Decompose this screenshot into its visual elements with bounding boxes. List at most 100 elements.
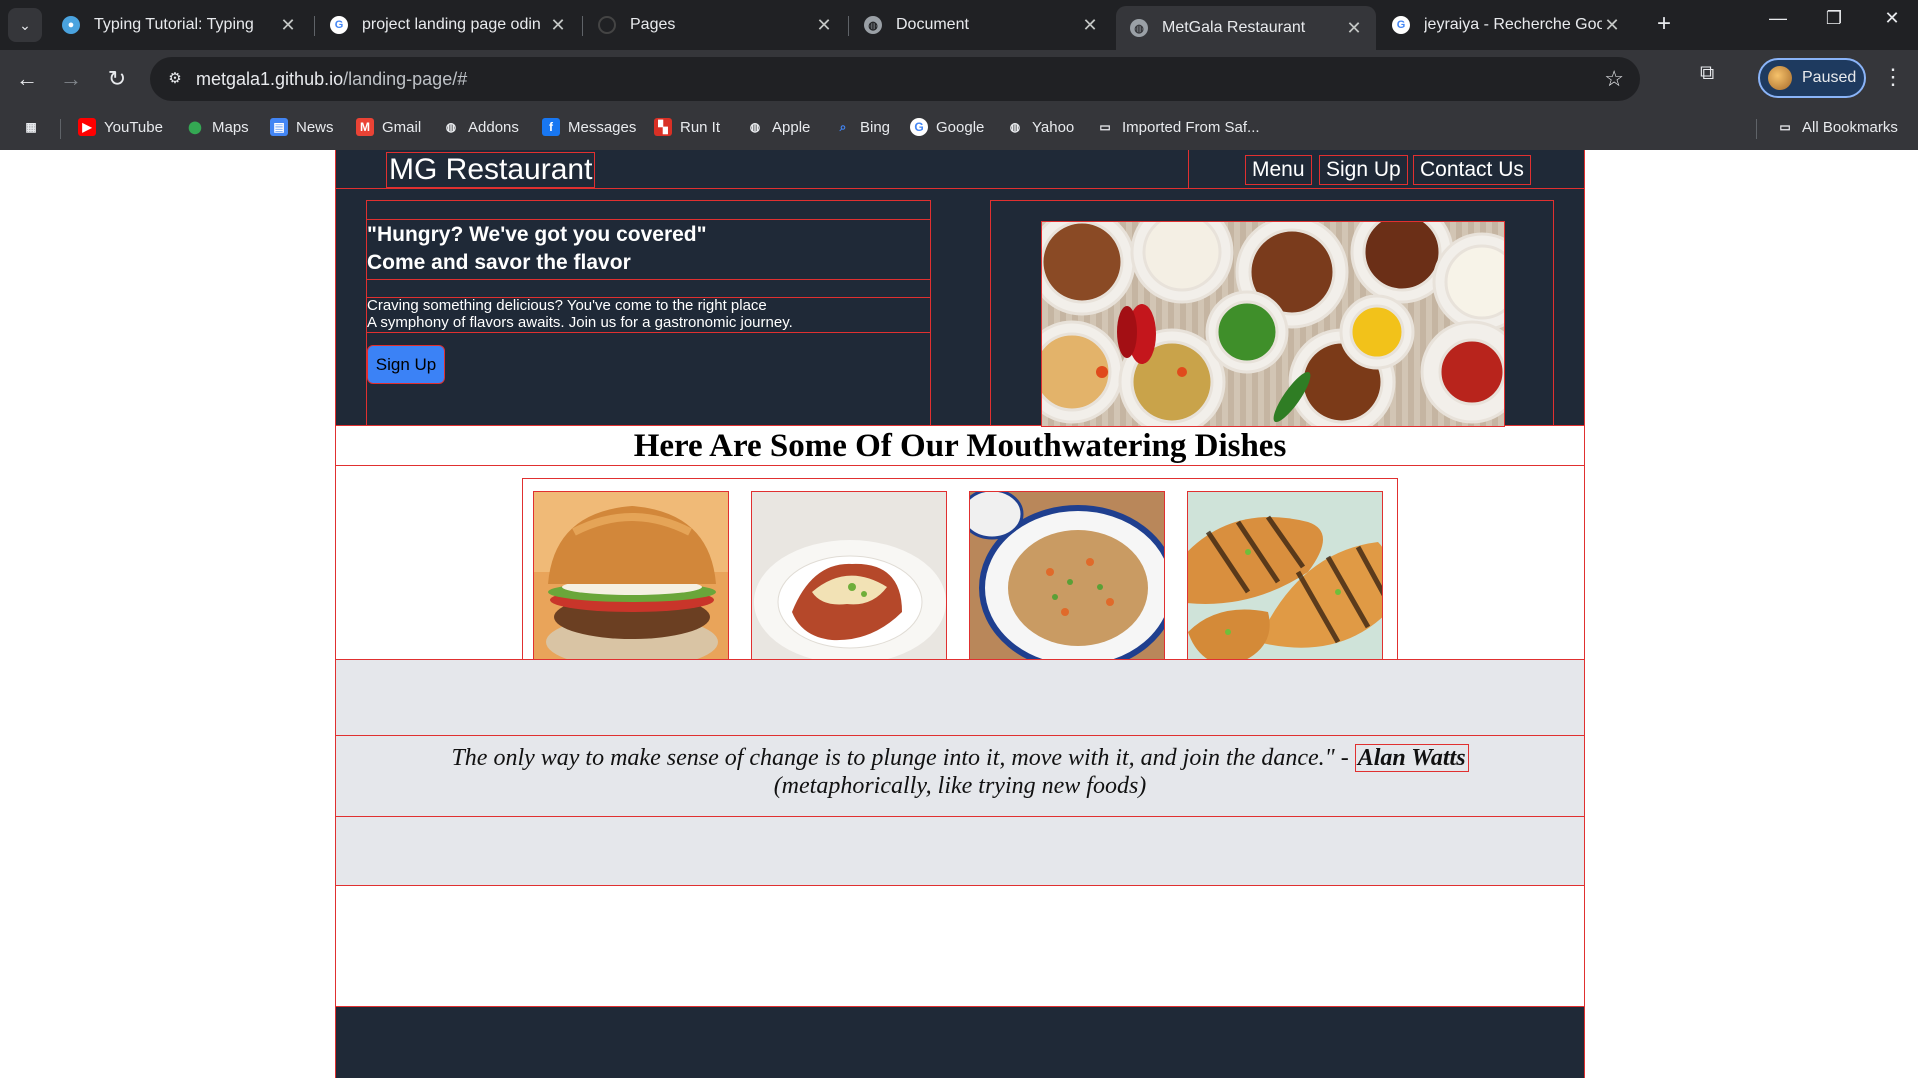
google-icon: G	[1392, 16, 1410, 34]
dish-lasagna-image	[751, 491, 947, 661]
hero-tagline: "Hungry? We've got you covered" Come and…	[367, 221, 707, 277]
close-icon[interactable]: ✕	[1080, 15, 1100, 36]
google-icon: G	[910, 118, 928, 136]
close-icon[interactable]: ✕	[814, 15, 834, 36]
address-bar[interactable]: ⚙ metgala1.github.io/landing-page/# ☆	[150, 57, 1640, 101]
bookmark-bing[interactable]: ⌕ Bing	[834, 118, 890, 136]
gmail-icon: M	[356, 118, 374, 136]
maps-pin-icon: ⬤	[188, 120, 202, 134]
bookmark-messages[interactable]: f Messages	[542, 118, 636, 136]
close-window-button[interactable]: ✕	[1872, 8, 1912, 29]
nav-contact-link[interactable]: Contact Us	[1413, 155, 1531, 185]
chevron-down-icon: ⌄	[19, 16, 31, 33]
bookmark-news[interactable]: ▤ News	[270, 118, 334, 136]
menu-kebab-icon[interactable]: ⋮	[1882, 64, 1904, 90]
site-settings-icon[interactable]: ⚙	[164, 68, 186, 90]
close-icon[interactable]: ✕	[548, 15, 568, 36]
minimize-icon: —	[1769, 8, 1787, 28]
bookmark-folder-imported[interactable]: ▭ Imported From Saf...	[1096, 118, 1259, 136]
back-button[interactable]: ←	[12, 64, 42, 94]
facebook-icon: f	[542, 118, 560, 136]
tab-search-button[interactable]: ⌄	[8, 8, 42, 42]
close-icon[interactable]: ✕	[1602, 15, 1622, 36]
avatar	[1768, 66, 1792, 90]
quote-block: The only way to make sense of change is …	[336, 744, 1584, 800]
github-icon	[598, 16, 616, 34]
url-host: metgala1.github.io	[196, 69, 344, 89]
globe-icon: ◍	[749, 120, 761, 134]
tab-strip: ⌄ ● Typing Tutorial: Typing ✕ G project …	[0, 0, 1918, 50]
hero-image-block	[990, 200, 1554, 427]
close-icon: ✕	[1884, 8, 1900, 28]
reload-button[interactable]: ↻	[102, 64, 132, 94]
nav-menu-link[interactable]: Menu	[1245, 155, 1312, 185]
nav-signup-link[interactable]: Sign Up	[1319, 155, 1408, 185]
bookmark-maps[interactable]: ⬤ Maps	[186, 118, 248, 136]
restore-icon: ❐	[1825, 8, 1843, 28]
site-nav: Menu Sign Up Contact Us	[1188, 150, 1584, 188]
folder-icon: ▭	[1099, 120, 1111, 134]
bookmark-star-icon[interactable]: ☆	[1604, 66, 1624, 92]
close-icon[interactable]: ✕	[278, 15, 298, 36]
quote-line-1: The only way to make sense of change is …	[336, 744, 1584, 772]
all-bookmarks-button[interactable]: ▭ All Bookmarks	[1776, 118, 1898, 136]
restore-button[interactable]: ❐	[1814, 8, 1854, 29]
hero-blurb: Craving something delicious? You've come…	[367, 297, 793, 331]
reload-icon: ↻	[107, 66, 127, 91]
hero-signup-button[interactable]: Sign Up	[367, 345, 445, 384]
profile-button[interactable]: Paused	[1758, 58, 1866, 98]
hero-blurb-line-1: Craving something delicious? You've come…	[367, 297, 767, 314]
bookmark-youtube[interactable]: ▶ YouTube	[78, 118, 163, 136]
close-icon[interactable]: ✕	[1344, 18, 1364, 39]
hero-tagline-line-2: Come and savor the flavor	[367, 251, 631, 274]
hero-section: MG Restaurant Menu Sign Up Contact Us "H…	[336, 150, 1584, 427]
hero-text-block: "Hungry? We've got you covered" Come and…	[366, 200, 931, 426]
globe-icon: ◍	[864, 16, 882, 34]
url-text[interactable]: metgala1.github.io/landing-page/#	[196, 69, 467, 90]
news-icon: ▤	[270, 118, 288, 136]
hero-tagline-line-1: "Hungry? We've got you covered"	[367, 223, 707, 246]
google-icon: G	[330, 16, 348, 34]
bookmark-addons[interactable]: ◍ Addons	[442, 118, 519, 136]
dishes-heading: Here Are Some Of Our Mouthwatering Dishe…	[336, 426, 1584, 466]
folder-icon: ▭	[1779, 120, 1791, 134]
bookmark-google[interactable]: G Google	[910, 118, 984, 136]
url-path: /landing-page/#	[343, 69, 468, 89]
bookmark-run-it[interactable]: ▚ Run It	[654, 118, 720, 136]
tab-google-search[interactable]: G jeyraiya - Recherche Googl ✕	[1378, 8, 1634, 42]
globe-icon: ●	[62, 16, 80, 34]
bookmark-gmail[interactable]: M Gmail	[356, 118, 421, 136]
minimize-button[interactable]: —	[1758, 8, 1798, 29]
new-tab-button[interactable]: +	[1650, 10, 1678, 38]
dish-grilled-chicken-image	[1187, 491, 1383, 661]
apps-button[interactable]: ▦	[22, 118, 48, 136]
hero-blurb-line-2: A symphony of flavors awaits. Join us fo…	[367, 314, 793, 331]
dishes-gallery	[522, 478, 1398, 661]
bookmarks-bar: ▦ ▶ YouTube ⬤ Maps ▤ News M Gmail ◍ Addons fM…	[0, 108, 1918, 150]
tab-typing-tutorial[interactable]: ● Typing Tutorial: Typing ✕	[48, 8, 310, 42]
site-footer	[336, 1006, 1584, 1078]
tab-pages[interactable]: Pages ✕	[584, 8, 846, 42]
page-viewport: MG Restaurant Menu Sign Up Contact Us "H…	[0, 150, 1918, 1078]
bookmark-apple[interactable]: ◍ Apple	[746, 118, 811, 136]
dish-fried-rice-image	[969, 491, 1165, 661]
extensions-icon[interactable]: ⧉	[1700, 62, 1714, 85]
quote-section: The only way to make sense of change is …	[336, 659, 1584, 886]
site-logo[interactable]: MG Restaurant	[386, 152, 596, 188]
globe-icon: ◍	[1009, 120, 1021, 134]
tab-project-landing[interactable]: G project landing page odin ✕	[316, 8, 580, 42]
quote-note: (metaphorically, like trying new foods)	[773, 773, 1147, 799]
quote-author: Alan Watts	[1354, 744, 1469, 772]
quote-text: The only way to make sense of change is …	[451, 745, 1349, 771]
tab-document[interactable]: ◍ Document ✕	[850, 8, 1112, 42]
page-container: MG Restaurant Menu Sign Up Contact Us "H…	[335, 150, 1585, 1078]
youtube-icon: ▶	[78, 118, 96, 136]
dish-burger-image	[533, 491, 729, 661]
tab-metgala-restaurant[interactable]: ◍ MetGala Restaurant ✕	[1116, 6, 1376, 50]
apps-grid-icon: ▦	[25, 120, 37, 134]
arrow-right-icon: →	[60, 66, 82, 91]
browser-toolbar: ← → ↻ ⚙ metgala1.github.io/landing-page/…	[0, 50, 1918, 108]
bookmark-yahoo[interactable]: ◍ Yahoo	[1006, 118, 1075, 136]
forward-button[interactable]: →	[56, 64, 86, 94]
search-icon: ⌕	[839, 119, 847, 134]
